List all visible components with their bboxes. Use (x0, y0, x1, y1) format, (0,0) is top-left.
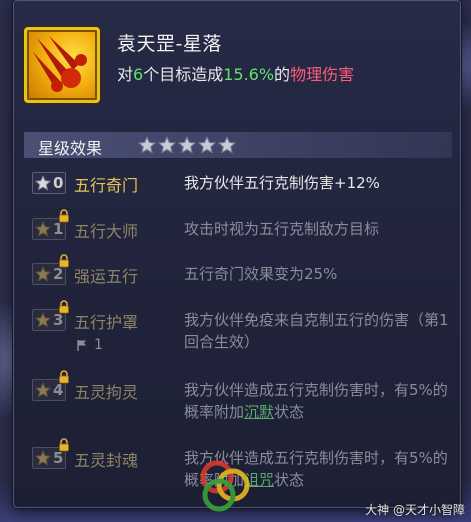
watermark-logo-icon (200, 460, 250, 512)
skill-name: 袁天罡-星落 (117, 33, 222, 55)
lock-icon (58, 208, 70, 223)
star-icon (34, 221, 52, 237)
star-icon (177, 136, 197, 154)
status-link[interactable]: 沉默 (244, 403, 274, 421)
star-effects-header: 星级效果 (24, 132, 452, 158)
watermark-text: 大神 @天才小智障 (365, 503, 465, 517)
effect-name: 五灵封魂 (74, 451, 139, 470)
round-count: 1 (94, 337, 103, 353)
lock-icon (58, 299, 70, 314)
effect-description: 我方伙伴免疫来自克制五行的伤害（第1回合生效） (184, 311, 449, 351)
star-icon (217, 136, 237, 154)
skill-tooltip-panel: 袁天罡-星落 对6个目标造成15.6%的物理伤害 星级效果 0 五行奇门 我方伙伴五… (13, 0, 461, 508)
star-icon (34, 450, 52, 466)
effect-name: 五行护罩 (74, 313, 139, 332)
star-icon (157, 136, 177, 154)
skill-description: 对6个目标造成15.6%的物理伤害 (117, 65, 355, 84)
effect-description: 我方伙伴造成五行克制伤害时，有5%的概率附加沉默状态 (184, 381, 448, 421)
star-rating (137, 136, 237, 154)
lock-icon (58, 369, 70, 384)
meteor-icon (24, 27, 100, 103)
lock-icon (58, 437, 70, 452)
effect-description: 五行奇门效果变为25% (184, 265, 338, 283)
star-icon (34, 175, 52, 191)
star-icon (34, 382, 52, 398)
effect-name: 强运五行 (74, 267, 139, 286)
effect-name: 五行奇门 (74, 176, 139, 195)
damage-percent: 15.6% (223, 65, 275, 84)
effect-description: 攻击时视为五行克制敌方目标 (184, 220, 380, 238)
star-icon (137, 136, 157, 154)
star-icon (34, 266, 52, 282)
star-level-badge: 0 (32, 172, 66, 194)
lock-icon (58, 253, 70, 268)
skill-header: 袁天罡-星落 对6个目标造成15.6%的物理伤害 (14, 1, 460, 119)
flag-icon (77, 339, 86, 351)
effect-description: 我方伙伴五行克制伤害+12% (184, 174, 380, 192)
damage-type: 物理伤害 (290, 65, 355, 84)
round-indicator: 1 (76, 337, 103, 353)
star-level: 0 (53, 174, 64, 192)
star-icon (197, 136, 217, 154)
effect-name: 五灵拘灵 (74, 383, 139, 402)
section-title: 星级效果 (38, 139, 103, 158)
effect-name: 五行大师 (74, 222, 139, 241)
star-icon (34, 312, 52, 328)
target-count: 6 (133, 65, 144, 84)
